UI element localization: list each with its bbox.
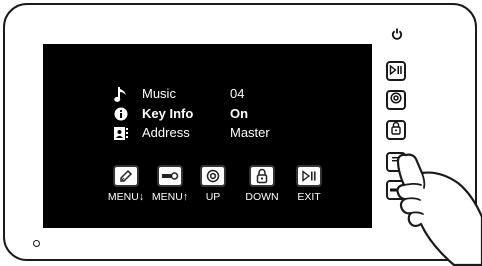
exit-label: EXIT	[297, 191, 321, 203]
play-pause-button[interactable]	[386, 61, 406, 81]
up-label: UP	[205, 191, 221, 203]
play-pause-icon	[389, 62, 403, 80]
unlock-button[interactable]	[386, 120, 406, 140]
menu-down-label: MENU↓	[107, 191, 145, 203]
intercom-button[interactable]	[386, 90, 406, 110]
menu-up-button[interactable]: MENU↑	[150, 165, 190, 203]
menu-row-key-info[interactable]: Key Info On	[43, 105, 372, 123]
key-icon	[157, 165, 183, 187]
lcd-screen: Music 04 Key Info On Address Master MENU…	[43, 44, 372, 228]
menu-label-music: Music	[142, 86, 176, 101]
menu-down-button[interactable]: MENU↓	[106, 165, 146, 203]
pointing-hand-icon	[396, 153, 482, 266]
menu-value-music: 04	[230, 86, 245, 101]
menu-up-label: MENU↑	[151, 191, 189, 203]
play-pause-icon	[296, 165, 322, 187]
menu-value-address: Master	[230, 125, 270, 140]
menu-row-music[interactable]: Music 04	[43, 85, 372, 103]
music-note-icon	[112, 85, 130, 103]
lock-icon	[249, 165, 275, 187]
lock-icon	[391, 121, 401, 140]
exit-button[interactable]: EXIT	[289, 165, 329, 203]
intercom-icon	[390, 91, 402, 109]
address-book-icon	[112, 124, 130, 142]
menu-row-address[interactable]: Address Master	[43, 124, 372, 142]
menu-label-key-info: Key Info	[142, 106, 194, 121]
microphone-hole	[33, 240, 40, 247]
pen-icon	[113, 165, 139, 187]
menu-value-key-info: On	[230, 106, 249, 121]
info-icon	[112, 105, 130, 123]
power-icon[interactable]	[391, 27, 403, 40]
down-button[interactable]: DOWN	[242, 165, 282, 203]
up-button[interactable]: UP	[193, 165, 233, 203]
menu-label-address: Address	[142, 125, 190, 140]
down-label: DOWN	[245, 191, 279, 203]
intercom-icon	[200, 165, 226, 187]
